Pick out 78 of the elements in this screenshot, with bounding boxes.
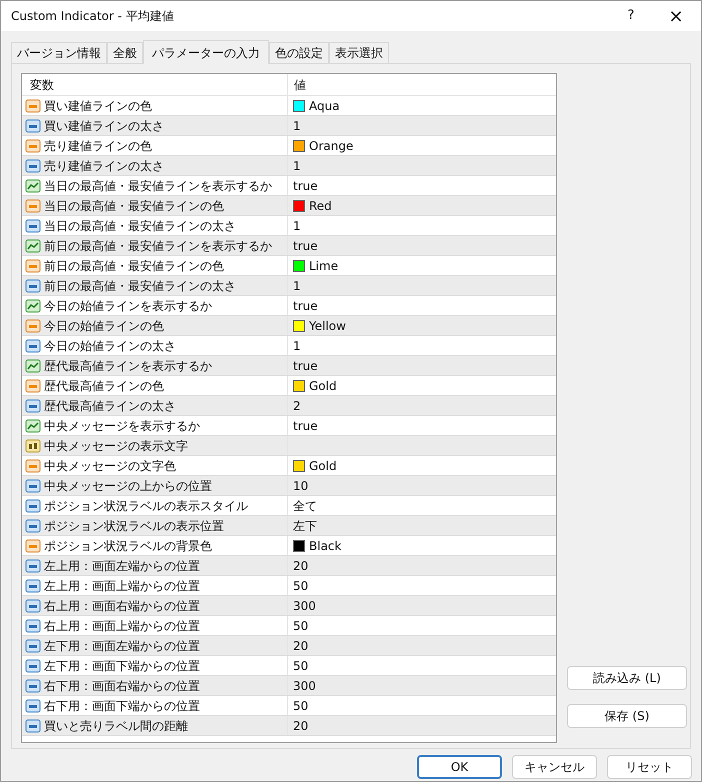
parameter-name: 歴代最高値ラインを表示するか	[44, 358, 212, 374]
tab[interactable]: パラメーターの入力	[143, 40, 269, 64]
parameter-name: 今日の始値ラインを表示するか	[44, 298, 212, 314]
parameter-value[interactable]: 50	[293, 576, 308, 594]
parameter-name: 中央メッセージの表示文字	[44, 438, 188, 454]
parameter-name: ポジション状況ラベルの表示スタイル	[44, 498, 248, 514]
parameter-name: 買いと売りラベル間の距離	[44, 718, 188, 734]
parameter-value[interactable]: true	[293, 356, 318, 374]
parameter-name: 左上用：画面左端からの位置	[44, 558, 200, 574]
parameter-name: 中央メッセージの上からの位置	[44, 478, 212, 494]
column-header[interactable]: 変数	[22, 74, 288, 95]
parameter-name: 歴代最高値ラインの太さ	[44, 398, 176, 414]
parameter-name: 中央メッセージの文字色	[44, 458, 176, 474]
parameter-name: 今日の始値ラインの太さ	[44, 338, 176, 354]
parameter-value[interactable]: 10	[293, 476, 308, 494]
parameter-value[interactable]: 1	[293, 276, 301, 294]
parameter-value[interactable]: 1	[293, 156, 301, 174]
parameter-value[interactable]: Lime	[309, 256, 338, 274]
parameter-value[interactable]: Yellow	[309, 316, 346, 334]
parameter-value[interactable]: true	[293, 236, 318, 254]
parameter-value[interactable]: 2	[293, 396, 301, 414]
dialog-button[interactable]: リセット	[607, 755, 692, 779]
parameter-value[interactable]: 1	[293, 216, 301, 234]
parameter-value[interactable]: Orange	[309, 136, 354, 154]
parameter-value[interactable]: true	[293, 176, 318, 194]
parameter-name: 左下用：画面下端からの位置	[44, 658, 200, 674]
parameter-name: 右上用：画面上端からの位置	[44, 618, 200, 634]
parameter-name: 左上用：画面上端からの位置	[44, 578, 200, 594]
parameter-value[interactable]: Aqua	[309, 96, 340, 114]
parameter-value[interactable]: 300	[293, 676, 316, 694]
side-button[interactable]: 保存 (S)	[567, 704, 687, 728]
parameter-name: 前日の最高値・最安値ラインの太さ	[44, 278, 236, 294]
parameter-value[interactable]: 300	[293, 596, 316, 614]
parameter-name: 中央メッセージを表示するか	[44, 418, 200, 434]
dialog-button[interactable]: キャンセル	[512, 755, 597, 779]
parameter-value[interactable]: 20	[293, 556, 308, 574]
side-button[interactable]: 読み込み (L)	[567, 666, 687, 690]
tab[interactable]: 全般	[107, 42, 143, 63]
parameter-value[interactable]: 左下	[293, 516, 317, 534]
dialog-button[interactable]: OK	[417, 755, 502, 779]
help-button[interactable]: ?	[611, 1, 651, 31]
parameter-name: 売り建値ラインの太さ	[44, 158, 164, 174]
parameter-value[interactable]: 20	[293, 636, 308, 654]
parameter-name: 歴代最高値ラインの色	[44, 378, 164, 394]
parameter-value[interactable]: Red	[309, 196, 332, 214]
parameter-value[interactable]: Gold	[309, 376, 337, 394]
tab[interactable]: 色の設定	[269, 42, 329, 63]
parameter-name: 前日の最高値・最安値ラインを表示するか	[44, 238, 272, 254]
parameter-name: 当日の最高値・最安値ラインの色	[44, 198, 224, 214]
parameter-name: ポジション状況ラベルの表示位置	[44, 518, 224, 534]
tab[interactable]: バージョン情報	[11, 42, 107, 63]
parameter-name: 売り建値ラインの色	[44, 138, 152, 154]
parameter-name: 左下用：画面左端からの位置	[44, 638, 200, 654]
tab[interactable]: 表示選択	[329, 42, 389, 63]
parameter-name: 前日の最高値・最安値ラインの色	[44, 258, 224, 274]
window-title: Custom Indicator - 平均建値	[11, 8, 175, 25]
parameter-value[interactable]: 全て	[293, 496, 317, 514]
parameter-value[interactable]: 20	[293, 716, 308, 734]
parameter-name: 買い建値ラインの太さ	[44, 118, 164, 134]
parameter-value[interactable]: Black	[309, 536, 342, 554]
parameter-value[interactable]: true	[293, 296, 318, 314]
parameter-name: 今日の始値ラインの色	[44, 318, 164, 334]
parameter-value[interactable]: 50	[293, 696, 308, 714]
parameter-name: ポジション状況ラベルの背景色	[44, 538, 212, 554]
parameter-name: 右下用：画面右端からの位置	[44, 678, 200, 694]
parameter-name: 右上用：画面右端からの位置	[44, 598, 200, 614]
parameter-name: 買い建値ラインの色	[44, 98, 152, 114]
parameter-value[interactable]: 1	[293, 116, 301, 134]
parameter-name: 当日の最高値・最安値ラインの太さ	[44, 218, 236, 234]
parameter-value[interactable]: Gold	[309, 456, 337, 474]
parameter-name: 右下用：画面下端からの位置	[44, 698, 200, 714]
close-button[interactable]: ×	[651, 1, 701, 31]
parameter-value[interactable]: 50	[293, 656, 308, 674]
parameter-value[interactable]: 1	[293, 336, 301, 354]
parameter-value[interactable]: true	[293, 416, 318, 434]
parameter-name: 当日の最高値・最安値ラインを表示するか	[44, 178, 272, 194]
column-header[interactable]: 値	[288, 76, 306, 94]
parameter-value[interactable]: 50	[293, 616, 308, 634]
